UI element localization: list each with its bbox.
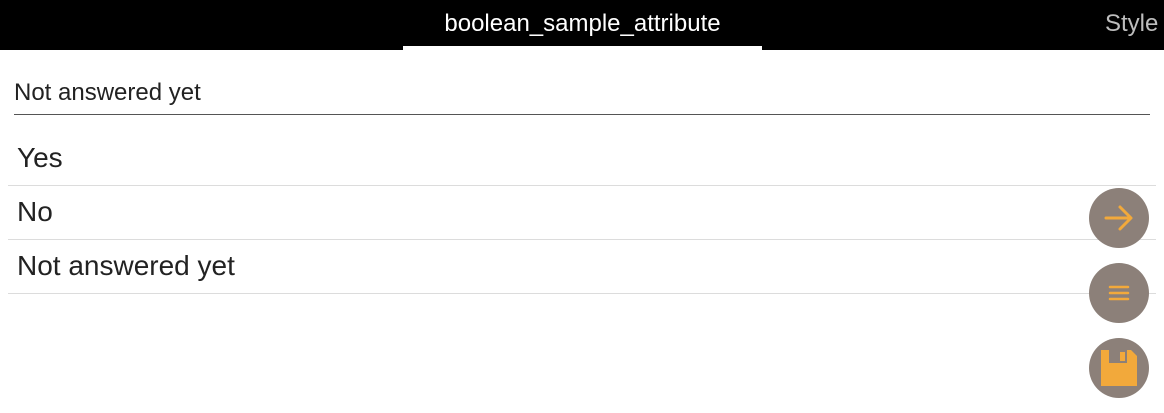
- floppy-disk-icon: [1101, 350, 1137, 386]
- answer-field-value: Not answered yet: [14, 79, 201, 106]
- option-label: Not answered yet: [17, 250, 235, 281]
- save-button[interactable]: [1089, 338, 1149, 398]
- option-no[interactable]: No: [8, 186, 1156, 240]
- active-tab-indicator: [403, 46, 762, 50]
- tab-boolean-sample-attribute[interactable]: boolean_sample_attribute: [403, 0, 762, 50]
- option-label: Yes: [17, 142, 63, 173]
- list-icon: [1108, 285, 1130, 301]
- next-button[interactable]: [1089, 188, 1149, 248]
- options-list: Yes No Not answered yet: [8, 132, 1156, 294]
- option-label: No: [17, 196, 53, 227]
- menu-button[interactable]: [1089, 263, 1149, 323]
- option-yes[interactable]: Yes: [8, 132, 1156, 186]
- tab-style[interactable]: Style: [1105, 0, 1158, 50]
- option-not-answered-yet[interactable]: Not answered yet: [8, 240, 1156, 294]
- tab-bar: boolean_sample_attribute Style: [0, 0, 1164, 50]
- arrow-right-icon: [1104, 205, 1133, 231]
- tab-label: Style: [1105, 10, 1159, 37]
- answer-field[interactable]: Not answered yet: [14, 72, 1150, 115]
- tab-label: boolean_sample_attribute: [444, 10, 721, 37]
